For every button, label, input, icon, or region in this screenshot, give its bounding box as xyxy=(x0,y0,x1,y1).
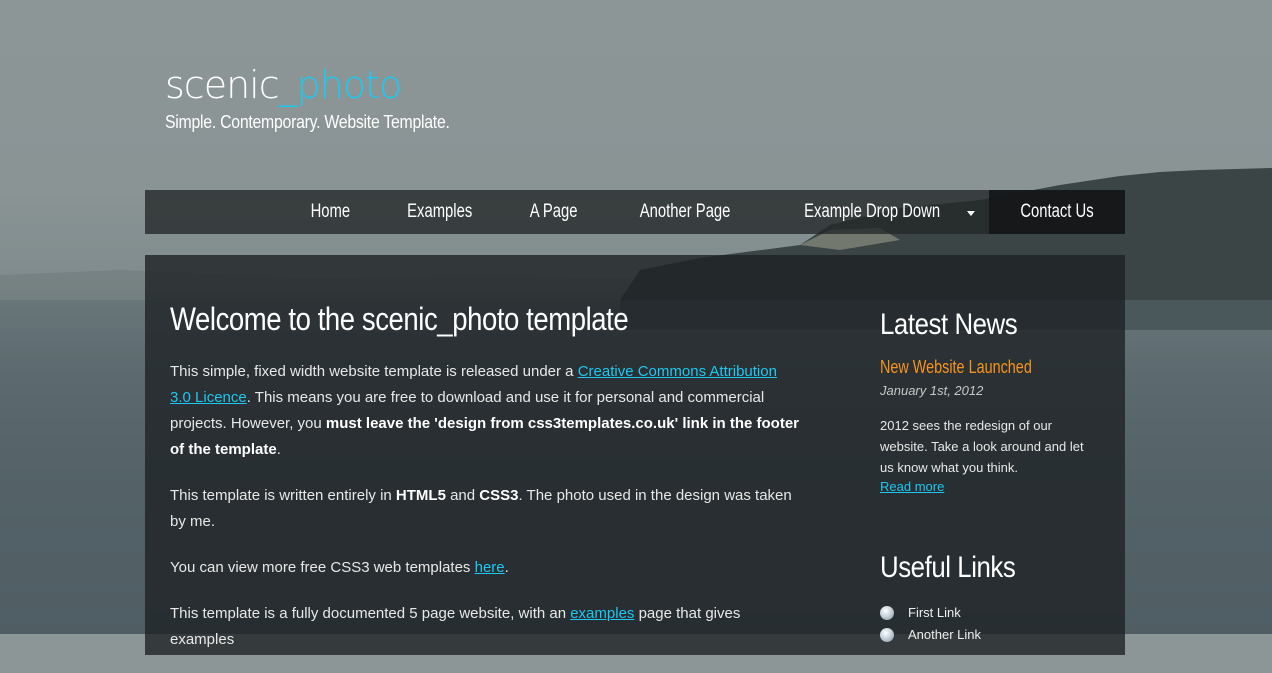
useful-link-item[interactable]: Another Link xyxy=(880,624,1090,646)
nav-drop-down-label: Example Drop Down xyxy=(803,201,940,222)
paragraph-html5: This template is written entirely in HTM… xyxy=(170,483,800,535)
p2-text-b: and xyxy=(445,487,480,504)
news-headline: New Website Launched xyxy=(880,357,1032,377)
here-link[interactable]: here xyxy=(475,559,505,576)
nav-home-label: Home xyxy=(310,201,351,222)
paragraph-documented: This template is a fully documented 5 pa… xyxy=(170,601,800,653)
site-slogan: Simple. Contemporary. Website Template. xyxy=(165,112,450,132)
bullet-icon xyxy=(880,606,894,620)
p2-bold-css3: CSS3 xyxy=(479,487,519,504)
p2-bold-html5: HTML5 xyxy=(395,487,446,504)
useful-links-section: Useful Links First Link Another Link xyxy=(880,548,1090,646)
nav-item-home[interactable]: Home xyxy=(284,190,377,234)
nav-item-a-page[interactable]: A Page xyxy=(502,190,605,234)
paragraph-more-templates: You can view more free CSS3 web template… xyxy=(170,555,800,581)
useful-link-label: First Link xyxy=(908,605,961,620)
bullet-icon xyxy=(880,628,894,642)
logo-main-text: scenic xyxy=(165,63,280,107)
nav-item-examples[interactable]: Examples xyxy=(377,190,502,234)
main-nav: Home Examples A Page Another Page Exampl… xyxy=(145,190,1125,234)
news-body: 2012 sees the redesign of our website. T… xyxy=(880,418,1084,475)
latest-news-heading: Latest News xyxy=(880,308,1018,341)
sidebar: Latest News New Website Launched January… xyxy=(880,305,1090,646)
p1-text-c: . xyxy=(276,441,281,458)
nav-examples-label: Examples xyxy=(407,201,473,222)
p1-text-a: This simple, fixed width website templat… xyxy=(170,363,578,380)
nav-item-another-page[interactable]: Another Page xyxy=(606,190,764,234)
useful-link-item[interactable]: First Link xyxy=(880,602,1090,624)
p3-text-b: . xyxy=(504,559,509,576)
paragraph-licence: This simple, fixed width website templat… xyxy=(170,359,800,463)
useful-links-heading: Useful Links xyxy=(880,551,1016,584)
main-content: Welcome to the scenic_photo template Thi… xyxy=(170,299,800,673)
nav-another-page-label: Another Page xyxy=(639,201,730,222)
read-more-link[interactable]: Read more xyxy=(880,479,944,494)
nav-contact-us-label: Contact Us xyxy=(1020,201,1094,222)
p2-text-a: This template is written entirely in xyxy=(170,487,396,504)
site-header: scenic_photo Simple. Contemporary. Websi… xyxy=(165,62,488,133)
nav-item-contact-us[interactable]: Contact Us xyxy=(989,190,1125,234)
p3-text-a: You can view more free CSS3 web template… xyxy=(170,559,475,576)
chevron-down-icon xyxy=(967,211,976,216)
examples-link[interactable]: examples xyxy=(570,605,634,622)
p4-text-a: This template is a fully documented 5 pa… xyxy=(170,605,571,622)
useful-link-label: Another Link xyxy=(908,627,981,642)
nav-item-example-drop-down[interactable]: Example Drop Down xyxy=(764,190,989,234)
site-logo[interactable]: scenic_photo xyxy=(165,62,488,108)
content-panel: Welcome to the scenic_photo template Thi… xyxy=(145,255,1125,655)
logo-accent-text: _photo xyxy=(278,63,403,107)
news-date: January 1st, 2012 xyxy=(880,383,984,398)
page-title: Welcome to the scenic_photo template xyxy=(170,301,629,337)
nav-a-page-label: A Page xyxy=(530,201,578,222)
